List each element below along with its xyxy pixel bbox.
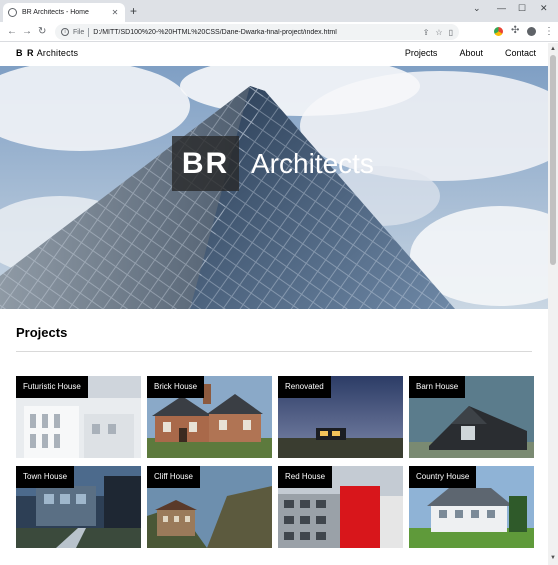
project-label: Town House (16, 466, 75, 488)
scroll-down-icon[interactable]: ▼ (550, 555, 556, 561)
close-window-icon[interactable]: ✕ (540, 3, 548, 13)
browser-toolbar: ← → ↻ i File D:/MITT/SD100%20-%20HTML%20… (0, 22, 558, 42)
web-page: B R Architects Projects About Contact BR… (0, 43, 548, 565)
close-tab-icon[interactable]: ✕ (110, 8, 120, 17)
hero-initials: BR (172, 136, 239, 191)
project-label: Renovated (278, 376, 331, 398)
address-bar[interactable]: i File D:/MITT/SD100%20-%20HTML%20CSS/Da… (55, 24, 459, 40)
maximize-icon[interactable]: ☐ (518, 3, 526, 13)
url-separator (88, 27, 90, 37)
page-scrollbar[interactable]: ▲ ▼ (548, 43, 558, 565)
project-label: Country House (409, 466, 477, 488)
globe-icon (8, 8, 17, 17)
reload-icon[interactable]: ↻ (38, 25, 46, 39)
nav-link-projects[interactable]: Projects (405, 48, 438, 58)
site-navbar: B R Architects Projects About Contact (0, 43, 548, 66)
project-label: Futuristic House (16, 376, 88, 398)
scroll-up-icon[interactable]: ▲ (550, 46, 556, 52)
sidebar-icon[interactable]: ▯ (449, 28, 453, 37)
new-tab-icon[interactable]: + (130, 4, 137, 18)
project-card-renovated[interactable]: Renovated (278, 376, 403, 458)
back-icon[interactable]: ← (7, 25, 17, 39)
hero-title: BR Architects (172, 136, 374, 191)
project-card-barn-house[interactable]: Barn House (409, 376, 534, 458)
section-divider (16, 351, 532, 352)
project-card-futuristic-house[interactable]: Futuristic House (16, 376, 141, 458)
url-scheme: File (73, 28, 85, 36)
minimize-icon[interactable]: — (497, 3, 506, 13)
share-icon[interactable]: ⇪ (423, 28, 430, 37)
browser-tab[interactable]: BR Architects - Home ✕ (3, 3, 125, 22)
project-card-red-house[interactable]: Red House (278, 466, 403, 548)
projects-heading: Projects (16, 325, 68, 340)
logo-name: Architects (36, 48, 79, 58)
profile-avatar-icon[interactable] (527, 27, 536, 36)
project-label: Cliff House (147, 466, 200, 488)
forward-icon[interactable]: → (22, 25, 32, 39)
nav-link-contact[interactable]: Contact (505, 48, 536, 58)
nav-link-about[interactable]: About (459, 48, 483, 58)
tab-title: BR Architects - Home (22, 9, 89, 16)
info-icon[interactable]: i (61, 28, 69, 36)
logo-initials: B R (16, 48, 35, 58)
nav-links: Projects About Contact (383, 48, 536, 58)
project-label: Red House (278, 466, 333, 488)
site-logo[interactable]: B R Architects (16, 48, 78, 58)
tab-search-icon[interactable]: ⌄ (473, 3, 481, 13)
project-card-country-house[interactable]: Country House (409, 466, 534, 548)
scrollbar-thumb[interactable] (550, 55, 556, 265)
browser-tabstrip: BR Architects - Home ✕ + ⌄ — ☐ ✕ (0, 0, 558, 22)
hero-banner: BR Architects (0, 66, 548, 309)
bookmark-star-icon[interactable]: ☆ (435, 28, 442, 37)
menu-kebab-icon[interactable]: ⋮ (544, 25, 554, 39)
project-card-cliff-house[interactable]: Cliff House (147, 466, 272, 548)
extensions-puzzle-icon[interactable]: ✣ (511, 24, 519, 38)
project-card-town-house[interactable]: Town House (16, 466, 141, 548)
url-text[interactable]: D:/MITT/SD100%20-%20HTML%20CSS/Dane-Dwar… (93, 29, 416, 36)
hero-name: Architects (251, 147, 374, 179)
project-card-brick-house[interactable]: Brick House (147, 376, 272, 458)
project-label: Barn House (409, 376, 466, 398)
project-label: Brick House (147, 376, 205, 398)
color-extension-icon[interactable] (494, 27, 503, 36)
